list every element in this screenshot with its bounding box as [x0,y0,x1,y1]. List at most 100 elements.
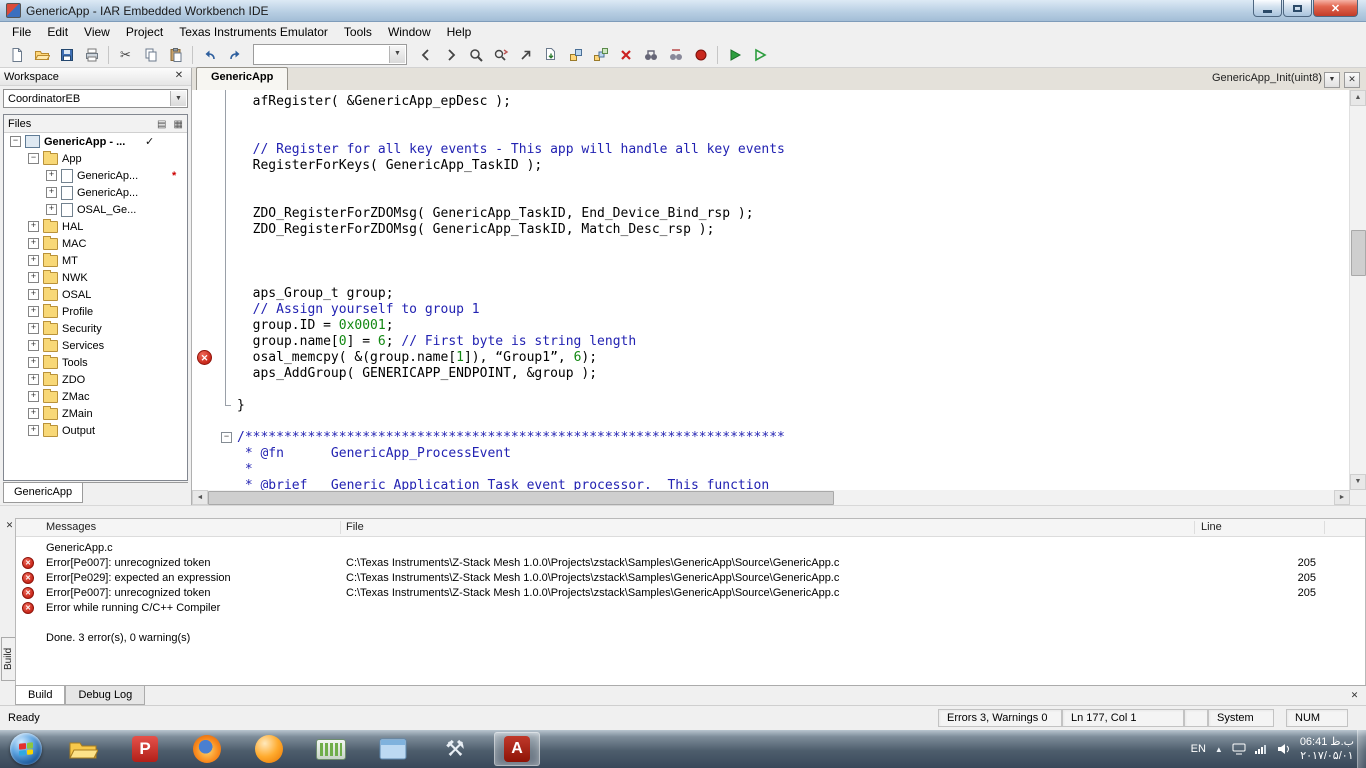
code-line[interactable]: aps_AddGroup( GENERICAPP_ENDPOINT, &grou… [237,366,1350,382]
expand-icon[interactable]: + [28,238,39,249]
build-message-row[interactable]: ✕ Error[Pe007]: unrecognized token C:\Texa… [16,556,1365,571]
taskbar-firefox-button[interactable] [184,732,230,766]
expand-icon[interactable]: + [28,425,39,436]
open-button[interactable] [30,44,53,66]
build-message-row[interactable]: ✕ Error[Pe029]: expected an expression C:\… [16,571,1365,586]
expand-icon[interactable]: + [28,255,39,266]
fold-collapse-icon[interactable]: − [221,432,232,443]
minimize-button[interactable] [1253,0,1282,17]
code-line[interactable] [237,270,1350,286]
code-line[interactable]: ZDO_RegisterForZDOMsg( GenericApp_TaskID… [237,222,1350,238]
code-line[interactable] [237,174,1350,190]
tree-item-mac[interactable]: + MAC [4,235,187,252]
code-line[interactable] [237,238,1350,254]
build-message-row[interactable] [16,616,1365,631]
tree-item-genericap[interactable]: + GenericAp... [4,184,187,201]
tree-item-services[interactable]: + Services [4,337,187,354]
editor-close-button[interactable]: ✕ [1344,72,1360,88]
editor-tab-genericapp[interactable]: GenericApp [196,67,289,90]
compile-button[interactable] [539,44,562,66]
vertical-scroll-thumb[interactable] [1351,230,1366,276]
copy-button[interactable] [139,44,162,66]
taskbar-media-orange-button[interactable] [246,732,292,766]
taskbar-tools-app-button[interactable]: ⚒ [432,732,478,766]
close-button[interactable]: ✕ [1313,0,1358,17]
code-line[interactable]: * @fn GenericApp_ProcessEvent [237,446,1350,462]
toggle-breakpoint-button[interactable] [689,44,712,66]
tab-debug-log[interactable]: Debug Log [65,686,146,705]
expand-icon[interactable]: + [46,204,57,215]
tree-item-genericapp[interactable]: − GenericApp - ... ✓ [4,133,187,150]
expand-icon[interactable]: + [28,272,39,283]
tree-item-profile[interactable]: + Profile [4,303,187,320]
tree-item-mt[interactable]: + MT [4,252,187,269]
find-button[interactable] [464,44,487,66]
taskbar-app-p-button[interactable]: P [122,732,168,766]
new-document-button[interactable] [5,44,28,66]
code-line[interactable]: // Assign yourself to group 1 [237,302,1350,318]
save-button[interactable] [55,44,78,66]
tab-build[interactable]: Build [15,686,66,705]
find-in-files-button[interactable] [639,44,662,66]
expand-icon[interactable]: + [28,374,39,385]
taskbar-windows-app-button[interactable] [370,732,416,766]
expand-icon[interactable]: + [46,187,57,198]
scroll-up-icon[interactable]: ▲ [1350,90,1366,106]
taskbar-explorer-button[interactable] [60,732,106,766]
make-button[interactable] [564,44,587,66]
code-area[interactable]: afRegister( &GenericApp_epDesc ); // Reg… [237,94,1350,490]
code-line[interactable] [237,382,1350,398]
column-messages[interactable]: Messages [46,521,96,533]
code-line[interactable]: osal_memcpy( &(group.name[1]), “Group1”,… [237,350,1350,366]
redo-button[interactable] [223,44,246,66]
code-line[interactable] [237,414,1350,430]
column-divider[interactable] [1194,521,1195,534]
code-line[interactable]: /***************************************… [237,430,1350,446]
build-message-row[interactable]: ✕ Error[Pe007]: unrecognized token C:\Texa… [16,586,1365,601]
tree-item-zdo[interactable]: + ZDO [4,371,187,388]
tree-item-output[interactable]: + Output [4,422,187,439]
code-line[interactable] [237,190,1350,206]
maximize-button[interactable] [1283,0,1312,17]
build-message-row[interactable]: Done. 3 error(s), 0 warning(s) [16,631,1365,646]
editor-horizontal-scrollbar[interactable]: ◄ ► [192,490,1350,505]
print-button[interactable] [80,44,103,66]
debug-without-download-button[interactable] [748,44,771,66]
expand-icon[interactable]: + [46,170,57,181]
paste-button[interactable] [164,44,187,66]
stop-build-button[interactable] [614,44,637,66]
scroll-down-icon[interactable]: ▼ [1350,474,1366,490]
expand-icon[interactable]: + [28,221,39,232]
replace-button[interactable] [489,44,512,66]
workspace-close-button[interactable]: ✕ [171,69,187,84]
build-message-row[interactable]: ✕ Error while running C/C++ Compiler [16,601,1365,616]
code-line[interactable]: group.ID = 0x0001; [237,318,1350,334]
code-line[interactable]: RegisterForKeys( GenericApp_TaskID ); [237,158,1350,174]
tree-item-zmain[interactable]: + ZMain [4,405,187,422]
goto-button[interactable] [514,44,537,66]
menu-project[interactable]: Project [118,23,171,41]
column-divider[interactable] [340,521,341,534]
connection-icon[interactable] [1232,743,1246,755]
panel-splitter[interactable] [0,505,1366,519]
menu-window[interactable]: Window [380,23,439,41]
build-all-button[interactable] [589,44,612,66]
tree-item-tools[interactable]: + Tools [4,354,187,371]
expand-icon[interactable]: + [28,357,39,368]
column-divider[interactable] [1324,521,1325,534]
tree-item-app[interactable]: − App [4,150,187,167]
scroll-right-icon[interactable]: ► [1334,490,1350,505]
code-line[interactable]: group.name[0] = 6; // First byte is stri… [237,334,1350,350]
find-combobox[interactable]: ▼ [253,44,407,65]
tray-expand-icon[interactable]: ▲ [1215,745,1223,754]
menu-file[interactable]: File [4,23,39,41]
scroll-left-icon[interactable]: ◄ [192,490,208,505]
code-line[interactable]: aps_Group_t group; [237,286,1350,302]
tree-item-nwk[interactable]: + NWK [4,269,187,286]
code-line[interactable] [237,110,1350,126]
function-selector[interactable]: GenericApp_Init(uint8) [1212,72,1322,84]
code-line[interactable]: // Register for all key events - This ap… [237,142,1350,158]
files-sort-icon[interactable]: ▤ [157,119,166,130]
tree-item-security[interactable]: + Security [4,320,187,337]
expand-icon[interactable]: + [28,289,39,300]
